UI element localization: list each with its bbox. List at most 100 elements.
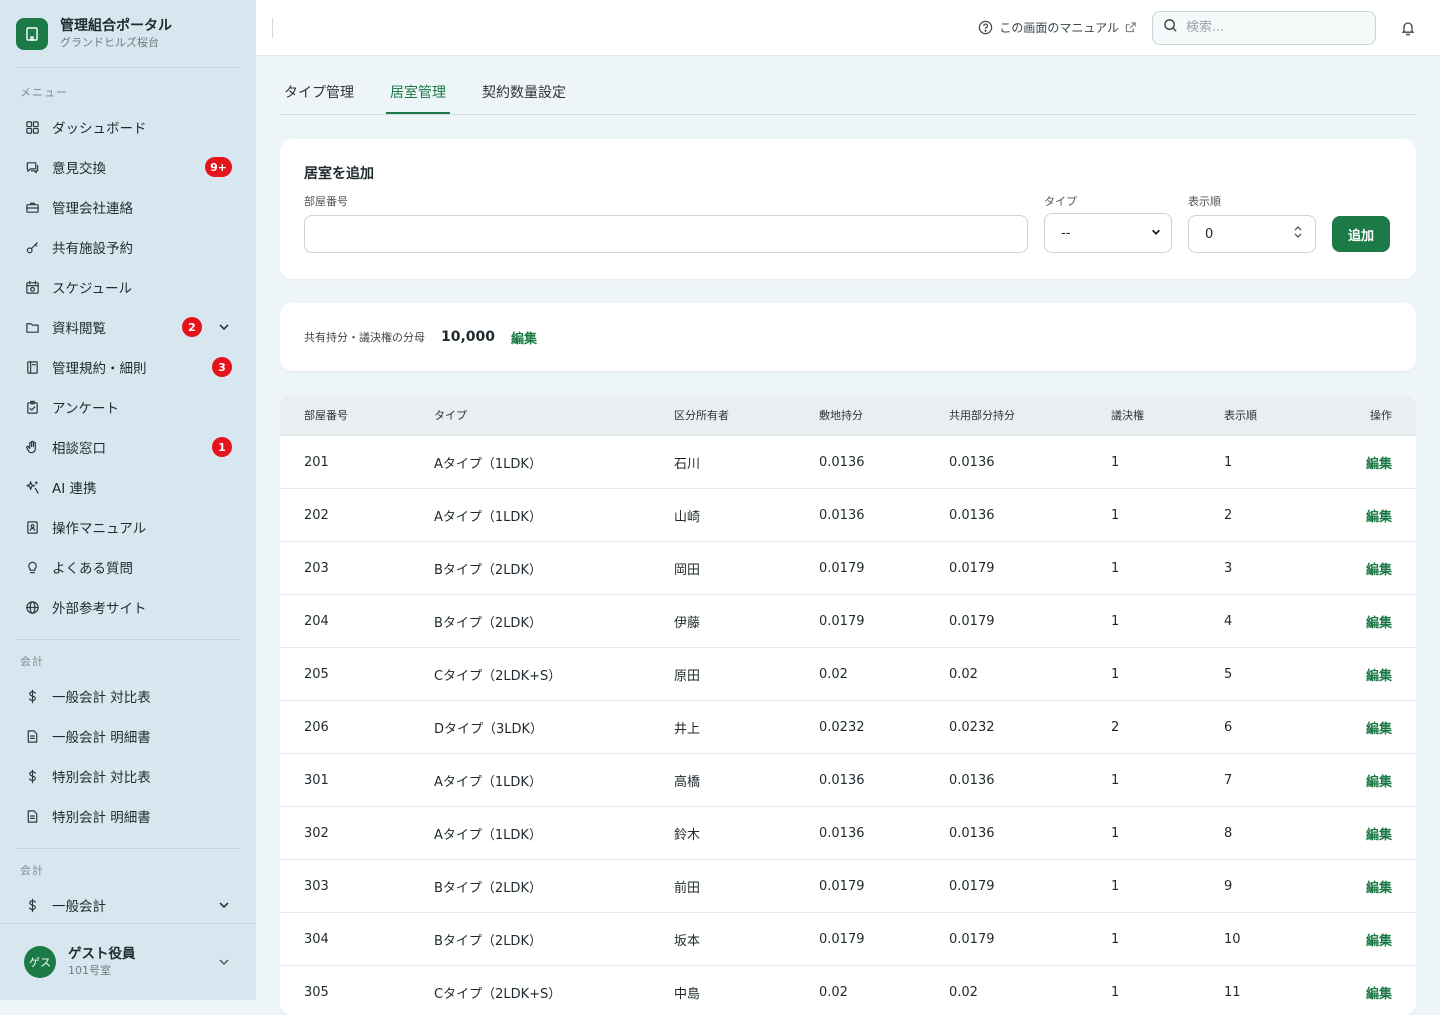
tab-2[interactable]: 居室管理 [386, 74, 450, 114]
table-cell: Aタイプ（1LDK） [434, 456, 542, 472]
type-label: タイプ [1044, 195, 1077, 208]
display-order-label: 表示順 [1188, 195, 1221, 208]
calendar-icon [24, 279, 40, 295]
sidebar-item[interactable]: 意見交換 9+ [0, 147, 256, 187]
sidebar-item[interactable]: 操作マニュアル [0, 507, 256, 547]
table-cell: 7 [1224, 772, 1233, 788]
document-icon [24, 728, 40, 744]
tab-3[interactable]: 契約数量設定 [478, 74, 570, 114]
table-header: 部屋番号 タイプ 区分所有者 敷地持分 共用部分持分 議決権 表示順 操作 [280, 395, 1416, 436]
table-cell: Bタイプ（2LDK） [434, 880, 542, 896]
brand-subtitle: グランドヒルズ桜台 [60, 35, 159, 49]
sidebar: 管理組合ポータル グランドヒルズ桜台 メニュー ダッシュボード 意見交換 9+ 管理会… [0, 0, 256, 1000]
sidebar-item[interactable]: 相談窓口 1 [0, 427, 256, 467]
edit-link[interactable]: 編集 [1366, 775, 1392, 790]
table-cell: 205 [304, 666, 329, 682]
chevron-down-icon[interactable] [216, 319, 232, 335]
sidebar-item[interactable]: スケジュール [0, 267, 256, 307]
brand[interactable]: 管理組合ポータル グランドヒルズ桜台 [16, 0, 240, 68]
sidebar-item[interactable]: 共有施設予約 [0, 227, 256, 267]
table-cell: 1 [1111, 931, 1120, 947]
sidebar-item-label: スケジュール [52, 281, 133, 297]
table-row: 205 Cタイプ（2LDK+S） 原田 0.02 0.02 1 5 編集 [280, 648, 1416, 701]
room-number-input[interactable] [304, 215, 1028, 253]
sidebar-item[interactable]: 一般会計 [0, 885, 256, 925]
column-header: 敷地持分 [819, 409, 863, 422]
chevron-down-icon[interactable] [216, 897, 232, 913]
chevron-down-icon[interactable] [216, 954, 232, 970]
table-cell: 1 [1111, 878, 1120, 894]
display-order-stepper[interactable]: 0 [1188, 215, 1316, 253]
table-cell: 302 [304, 825, 329, 841]
sidebar-item[interactable]: 資料閲覧 2 [0, 307, 256, 347]
chevron-down-icon [1151, 226, 1161, 241]
table-cell: 203 [304, 560, 329, 576]
edit-link[interactable]: 編集 [1366, 987, 1392, 1002]
help-circle-icon [978, 20, 993, 35]
rooms-table: 部屋番号 タイプ 区分所有者 敷地持分 共用部分持分 議決権 表示順 操作 201 Aタイプ（1… [280, 395, 1416, 1015]
sidebar-item[interactable]: 一般会計 明細書 [0, 716, 256, 756]
table-cell: 0.0136 [949, 454, 995, 470]
table-cell: 1 [1111, 825, 1120, 841]
sidebar-item[interactable]: 特別会計 明細書 [0, 796, 256, 836]
sidebar-item[interactable]: よくある質問 [0, 547, 256, 587]
tabs: タイプ管理 居室管理 契約数量設定 [280, 56, 1416, 115]
sidebar-item[interactable]: ダッシュボード [0, 107, 256, 147]
table-cell: 伊藤 [674, 615, 701, 631]
bell-icon[interactable] [1392, 12, 1424, 44]
dollar-icon [24, 897, 40, 913]
table-cell: 1 [1111, 666, 1120, 682]
screen-manual-link[interactable]: この画面のマニュアル [978, 19, 1136, 36]
sidebar-item[interactable]: 一般会計 対比表 [0, 676, 256, 716]
table-cell: 303 [304, 878, 329, 894]
accounting-section-label: 会計 [20, 655, 44, 668]
edit-link[interactable]: 編集 [1366, 457, 1392, 472]
edit-link[interactable]: 編集 [1366, 881, 1392, 896]
table-cell: 編集 [1334, 718, 1392, 737]
table-row: 204 Bタイプ（2LDK） 伊藤 0.0179 0.0179 1 4 編集 [280, 595, 1416, 648]
table-cell: 0.0136 [949, 507, 995, 523]
ratio-edit-link[interactable]: 編集 [511, 328, 537, 347]
sidebar-item-label: 相談窓口 [52, 441, 106, 457]
edit-link[interactable]: 編集 [1366, 828, 1392, 843]
edit-link[interactable]: 編集 [1366, 563, 1392, 578]
type-select[interactable]: -- [1044, 213, 1172, 253]
table-cell: Cタイプ（2LDK+S） [434, 668, 562, 684]
table-cell: 0.0232 [949, 719, 995, 735]
ratio-card: 共有持分・議決権の分母 10,000 編集 [280, 303, 1416, 371]
sidebar-item[interactable]: 管理会社連絡 [0, 187, 256, 227]
table-cell: 8 [1224, 825, 1233, 841]
sidebar-item[interactable]: アンケート [0, 387, 256, 427]
table-cell: 1 [1111, 454, 1120, 470]
table-cell: 204 [304, 613, 329, 629]
edit-link[interactable]: 編集 [1366, 669, 1392, 684]
external-link-icon [1125, 22, 1136, 33]
edit-link[interactable]: 編集 [1366, 722, 1392, 737]
table-cell: Dタイプ（3LDK） [434, 721, 544, 737]
add-button[interactable]: 追加 [1332, 216, 1391, 252]
sidebar-item-label: 一般会計 [52, 899, 106, 915]
table-cell: 編集 [1334, 824, 1392, 843]
add-room-title: 居室を追加 [304, 166, 374, 182]
table-cell: 編集 [1334, 612, 1392, 631]
search-box[interactable] [1152, 10, 1376, 45]
table-cell: 岡田 [674, 562, 701, 578]
edit-link[interactable]: 編集 [1366, 934, 1392, 949]
sidebar-item[interactable]: 外部参考サイト [0, 587, 256, 627]
table-cell: 10 [1224, 931, 1241, 947]
edit-link[interactable]: 編集 [1366, 616, 1392, 631]
table-row: 206 Dタイプ（3LDK） 井上 0.0232 0.0232 2 6 編集 [280, 701, 1416, 754]
table-cell: 0.0179 [819, 613, 865, 629]
tab-1[interactable]: タイプ管理 [280, 74, 358, 114]
table-cell: 1 [1111, 613, 1120, 629]
sidebar-item[interactable]: 特別会計 対比表 [0, 756, 256, 796]
table-cell: 9 [1224, 878, 1233, 894]
column-header: 議決権 [1111, 409, 1144, 422]
user-menu[interactable]: ゲス ゲスト役員 101号室 [0, 923, 256, 1000]
room-number-label: 部屋番号 [304, 195, 348, 208]
sidebar-item[interactable]: AI 連携 [0, 467, 256, 507]
spinner-icon[interactable] [1293, 224, 1303, 244]
search-input[interactable] [1186, 20, 1356, 35]
edit-link[interactable]: 編集 [1366, 510, 1392, 525]
sidebar-item[interactable]: 管理規約・細則 3 [0, 347, 256, 387]
